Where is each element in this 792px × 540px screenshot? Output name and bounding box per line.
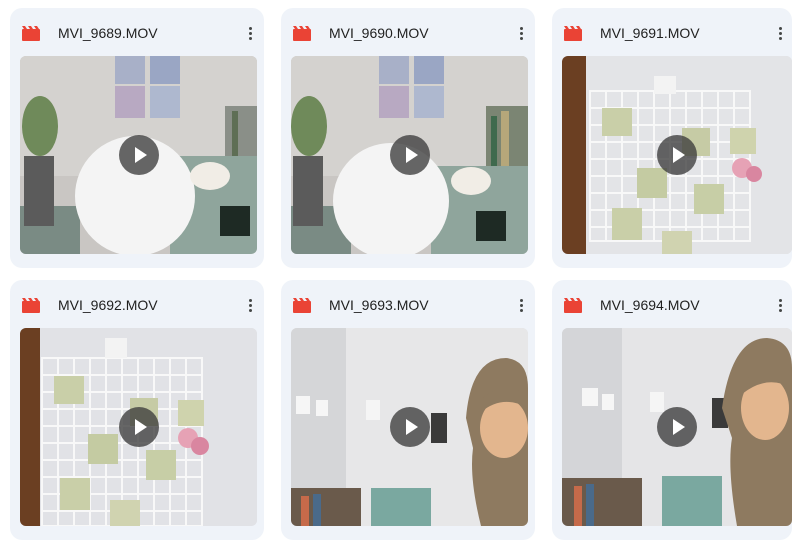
more-vert-icon[interactable] — [768, 20, 792, 46]
video-file-icon — [293, 26, 311, 41]
file-card-mvi-9692[interactable]: MVI_9692.MOV — [10, 280, 264, 540]
file-name: MVI_9693.MOV — [329, 297, 429, 313]
video-thumbnail[interactable] — [562, 328, 792, 526]
file-card-header: MVI_9689.MOV — [10, 8, 264, 56]
play-icon[interactable] — [389, 135, 430, 175]
file-card-header: MVI_9691.MOV — [552, 8, 792, 56]
file-name: MVI_9691.MOV — [600, 25, 700, 41]
play-icon[interactable] — [657, 135, 697, 175]
play-icon[interactable] — [118, 407, 159, 447]
file-card-header: MVI_9692.MOV — [10, 280, 264, 328]
file-card-header: MVI_9694.MOV — [552, 280, 792, 328]
more-vert-icon[interactable] — [509, 292, 533, 318]
video-thumbnail[interactable] — [562, 56, 792, 254]
video-file-icon — [22, 298, 40, 313]
more-vert-icon[interactable] — [238, 292, 262, 318]
more-vert-icon[interactable] — [238, 20, 262, 46]
video-file-icon — [564, 298, 582, 313]
play-icon[interactable] — [389, 407, 430, 447]
file-name: MVI_9689.MOV — [58, 25, 158, 41]
file-name: MVI_9690.MOV — [329, 25, 429, 41]
file-card-mvi-9694[interactable]: MVI_9694.MOV — [552, 280, 792, 540]
video-thumbnail[interactable] — [20, 328, 257, 526]
play-icon[interactable] — [657, 407, 697, 447]
video-file-icon — [22, 26, 40, 41]
more-vert-icon[interactable] — [768, 292, 792, 318]
file-name: MVI_9692.MOV — [58, 297, 158, 313]
file-card-mvi-9691[interactable]: MVI_9691.MOV — [552, 8, 792, 268]
file-name: MVI_9694.MOV — [600, 297, 700, 313]
file-card-mvi-9689[interactable]: MVI_9689.MOV — [10, 8, 264, 268]
video-file-icon — [293, 298, 311, 313]
file-card-mvi-9690[interactable]: MVI_9690.MOV — [281, 8, 535, 268]
play-icon[interactable] — [118, 135, 159, 175]
file-card-header: MVI_9690.MOV — [281, 8, 535, 56]
file-card-mvi-9693[interactable]: MVI_9693.MOV — [281, 280, 535, 540]
video-thumbnail[interactable] — [291, 328, 528, 526]
file-card-header: MVI_9693.MOV — [281, 280, 535, 328]
video-thumbnail[interactable] — [20, 56, 257, 254]
more-vert-icon[interactable] — [509, 20, 533, 46]
video-file-icon — [564, 26, 582, 41]
video-thumbnail[interactable] — [291, 56, 528, 254]
